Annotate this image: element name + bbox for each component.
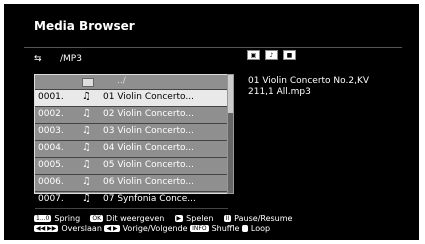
skip-label: Overslaan (61, 224, 102, 233)
music-note-icon: ♫ (82, 125, 91, 136)
list-item[interactable]: 0002. ♫ 02 Violin Concerto... (35, 107, 228, 124)
list-item[interactable]: 0004. ♫ 04 Violin Concerto... (35, 141, 228, 158)
track-name: 05 Violin Concerto... (103, 160, 194, 170)
view-label: Dit weergeven (106, 214, 165, 223)
music-icon[interactable]: ♪ (265, 50, 278, 60)
track-name: 07 Synfonia Conce... (103, 194, 196, 204)
track-number: 0006. (38, 177, 64, 187)
music-note-icon: ♫ (82, 91, 91, 102)
list-item[interactable]: 0005. ♫ 05 Violin Concerto... (35, 158, 228, 175)
music-note-icon: ♫ (82, 142, 91, 153)
divider (24, 47, 402, 48)
music-note-icon: ♫ (82, 193, 91, 204)
current-path: /MP3 (60, 54, 82, 64)
media-browser-window: Media Browser ⇆ /MP3 ▣ ♪ ■ ../ 0001. ♫ 01 … (4, 4, 419, 240)
track-number: 0004. (38, 143, 64, 153)
loop-key-icon (241, 225, 248, 232)
track-number: 0005. (38, 160, 64, 170)
track-name: 01 Violin Concerto... (103, 92, 194, 102)
loop-label: Loop (250, 224, 271, 233)
play-key-icon: ▶ (174, 215, 184, 222)
video-icon[interactable]: ■ (283, 50, 296, 60)
photo-icon[interactable]: ▣ (247, 50, 260, 60)
number-keys-icon: 1...0 (34, 215, 52, 222)
music-note-icon: ♫ (82, 176, 91, 187)
prevnext-label: Vorige/Volgende (122, 224, 188, 233)
scrollbar[interactable] (227, 74, 234, 194)
prevnext-key-icon: ◀ ▶ (104, 225, 120, 232)
track-number: 0002. (38, 109, 64, 119)
folder-up-icon (82, 78, 94, 87)
shuffle-label: Shuffle (211, 224, 240, 233)
music-note-icon: ♫ (82, 108, 91, 119)
file-detail: 01 Violin Concerto No.2,KV 211,1 All.mp3 (248, 76, 369, 98)
media-mode-icons: ▣ ♪ ■ (247, 50, 296, 60)
page-title: Media Browser (34, 19, 135, 33)
list-item[interactable]: 0006. ♫ 06 Violin Concerto... (35, 175, 228, 192)
usb-icon: ⇆ (34, 54, 42, 64)
jump-label: Spring (54, 214, 81, 223)
list-item[interactable]: 0007. ♫ 07 Synfonia Conce... (35, 192, 228, 209)
track-number: 0001. (38, 92, 64, 102)
file-list: ../ 0001. ♫ 01 Violin Concerto... 0002. ♫ 02 … (34, 74, 229, 209)
detail-line-1: 01 Violin Concerto No.2,KV (248, 76, 370, 86)
ok-key-icon: OK (90, 215, 104, 222)
info-key-icon: INFO (190, 225, 209, 232)
track-number: 0007. (38, 194, 64, 204)
detail-line-2: 211,1 All.mp3 (248, 87, 311, 97)
list-item[interactable]: 0001. ♫ 01 Violin Concerto... (35, 90, 228, 107)
parent-folder-label: ../ (117, 76, 126, 86)
pause-label: Pause/Resume (234, 214, 293, 223)
track-name: 06 Violin Concerto... (103, 177, 194, 187)
track-number: 0003. (38, 126, 64, 136)
list-item[interactable]: 0003. ♫ 03 Violin Concerto... (35, 124, 228, 141)
music-note-icon: ♫ (82, 159, 91, 170)
parent-folder-row[interactable]: ../ (35, 75, 228, 90)
track-name: 03 Violin Concerto... (103, 126, 194, 136)
skip-key-icon: ◀◀ ▶▶ (34, 225, 59, 232)
track-name: 02 Violin Concerto... (103, 109, 194, 119)
play-label: Spelen (186, 214, 214, 223)
track-name: 04 Violin Concerto... (103, 143, 194, 153)
pause-key-icon: II (223, 215, 232, 222)
scrollbar-thumb[interactable] (228, 75, 233, 113)
